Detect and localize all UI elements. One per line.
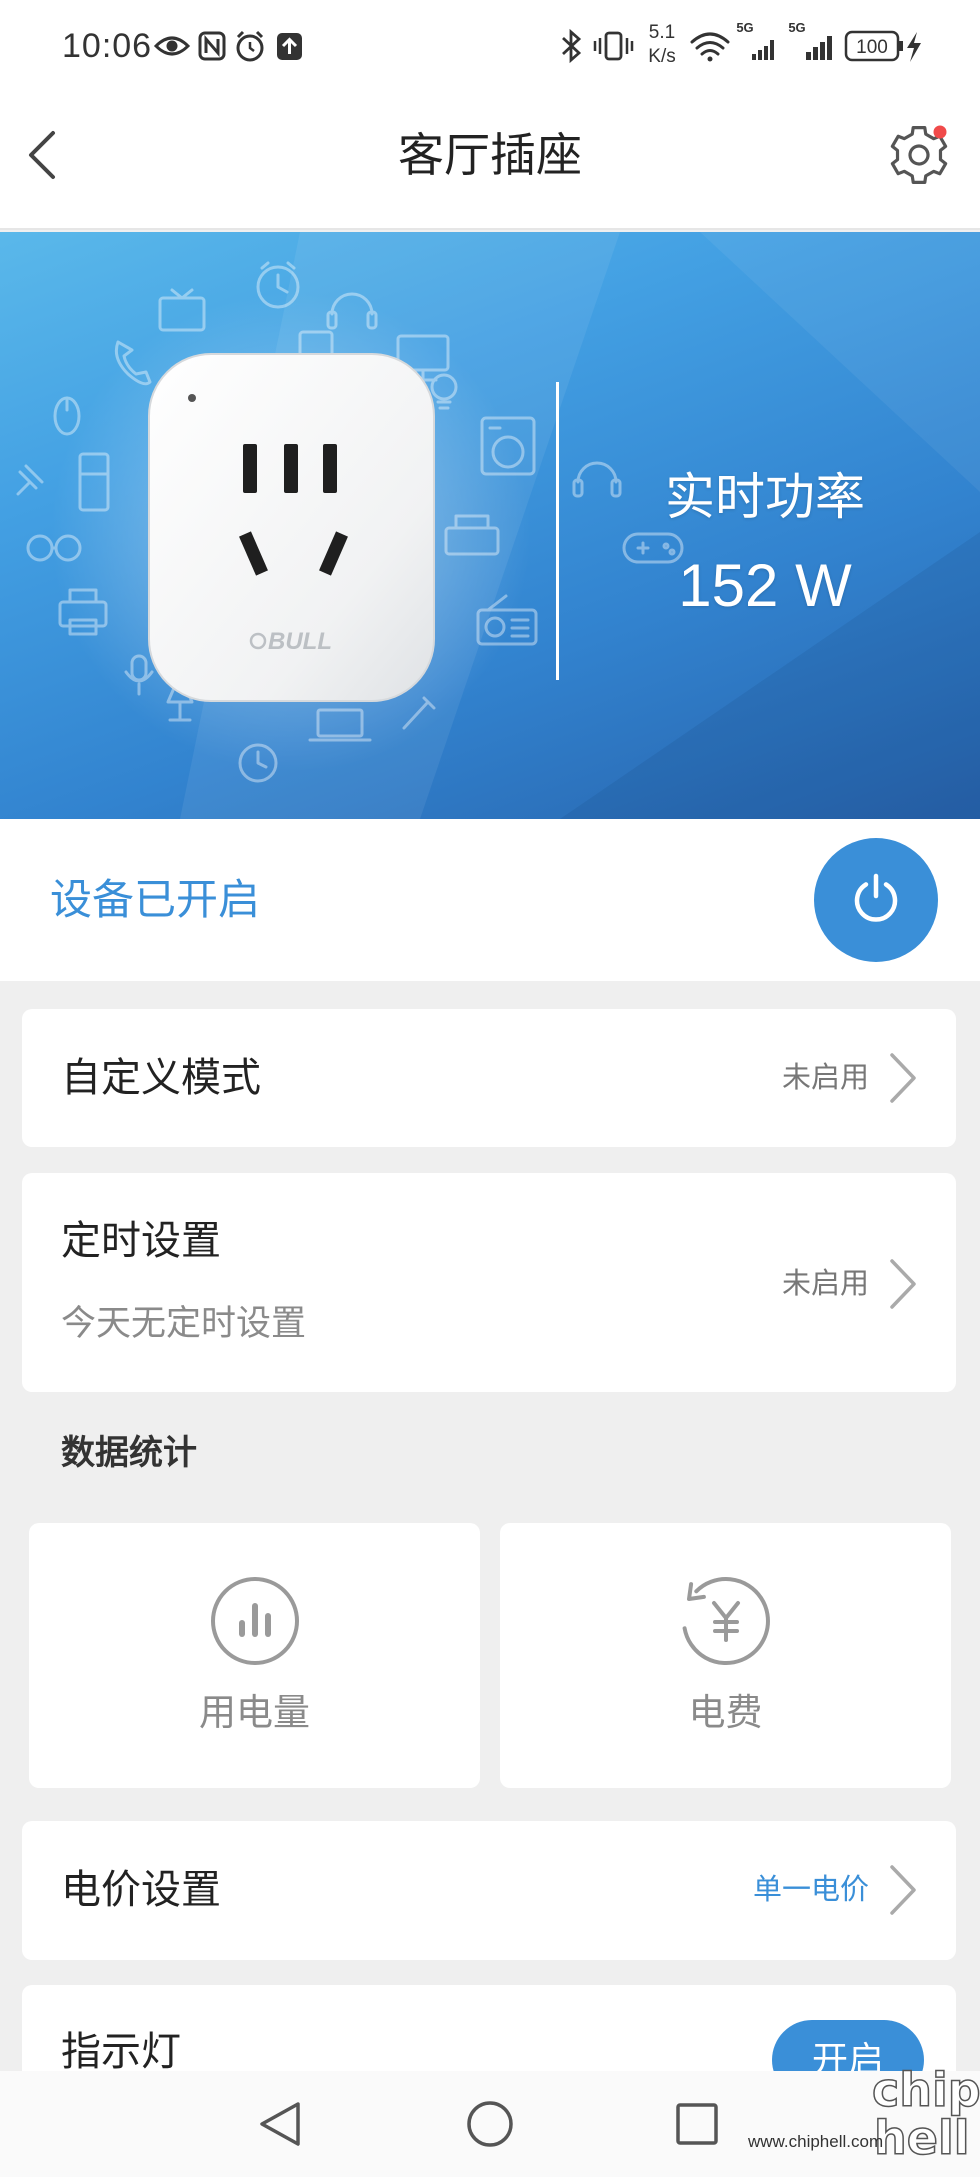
watermark-logo-bottom: hell [873,2111,970,2165]
signal-icon: 5G [736,20,774,60]
price-setting-card[interactable]: 电价设置 单一电价 [22,1821,956,1960]
timer-subtitle: 今天无定时设置 [61,1304,307,1343]
electricity-cost-label: 电费 [688,1692,763,1733]
svg-text:5G: 5G [736,20,753,35]
socket-slot [284,444,298,493]
price-setting-value: 单一电价 [752,1874,869,1906]
smart-plug-image: BULL [148,353,435,702]
status-icons: 5.1 K/s 5G 5G 100 [153,20,921,67]
system-navigation-bar [0,2071,980,2177]
page-title: 客厅插座 [398,129,582,181]
svg-text:5.1: 5.1 [649,22,675,43]
bar-chart-icon [211,1577,299,1665]
chevron-right-icon [890,1259,916,1309]
status-bar: 10:06 5.1 K/s 5G 5G 100 [0,0,980,90]
home-circle-icon[interactable] [467,2101,513,2147]
yen-refresh-icon [682,1577,770,1666]
back-button[interactable] [20,130,66,180]
back-triangle-icon[interactable] [260,2102,300,2146]
power-icon [854,873,898,922]
watermark-logo-top: chip [871,2063,980,2117]
socket-slot [243,444,257,493]
power-toggle-button[interactable] [814,838,938,962]
svg-text:100: 100 [856,37,888,58]
nfc-icon [198,31,226,61]
bluetooth-icon [562,28,582,64]
battery-icon: 100 [844,30,903,62]
charging-icon [907,32,921,62]
power-unit: W [795,552,852,619]
custom-mode-status: 未启用 [781,1062,869,1094]
navigation-buttons [260,2101,718,2147]
custom-mode-card[interactable]: 自定义模式 未启用 [22,1009,956,1147]
svg-text:K/s: K/s [648,46,675,67]
plug-icon [16,464,44,496]
power-number: 152 [678,552,779,619]
eye-icon [153,36,191,56]
device-status-text: 设备已开启 [50,876,261,923]
recents-square-icon[interactable] [676,2103,718,2145]
electricity-cost-card[interactable]: 电费 [500,1523,951,1788]
device-hero-banner: BULL 实时功率 152 W [0,232,980,819]
custom-mode-label: 自定义模式 [61,1056,261,1100]
watermark-url: www.chiphell.com [748,2132,884,2151]
network-speed: 5.1 K/s [648,22,675,67]
statistics-section-title: 数据统计 [61,1434,197,1472]
alarm-icon [236,30,264,62]
settings-button[interactable] [884,120,954,190]
indicator-light-label: 指示灯 [61,2030,181,2074]
mouse-icon [53,396,81,436]
chevron-right-icon [890,1865,916,1915]
app-header: 客厅插座 [0,90,980,230]
signal-icon: 5G [788,20,832,60]
wifi-icon [690,32,730,62]
divider [556,382,559,680]
chevron-left-icon [29,131,55,179]
realtime-power-label: 实时功率 [665,469,865,525]
brand-logo: BULL [268,628,332,655]
timer-label: 定时设置 [61,1219,221,1263]
vibrate-icon [593,31,634,61]
price-setting-label: 电价设置 [61,1868,221,1912]
notification-badge [933,125,947,139]
timer-status: 未启用 [781,1268,869,1300]
upload-icon [277,33,302,60]
electricity-usage-label: 用电量 [199,1692,310,1733]
device-status-row: 设备已开启 [0,819,980,981]
chevron-right-icon [890,1053,916,1103]
timer-settings-card[interactable]: 定时设置 今天无定时设置 未启用 [22,1173,956,1392]
svg-text:5G: 5G [788,20,805,35]
electricity-usage-card[interactable]: 用电量 [29,1523,480,1788]
realtime-power-value: 152 W [600,550,930,622]
socket-slot [323,444,337,493]
